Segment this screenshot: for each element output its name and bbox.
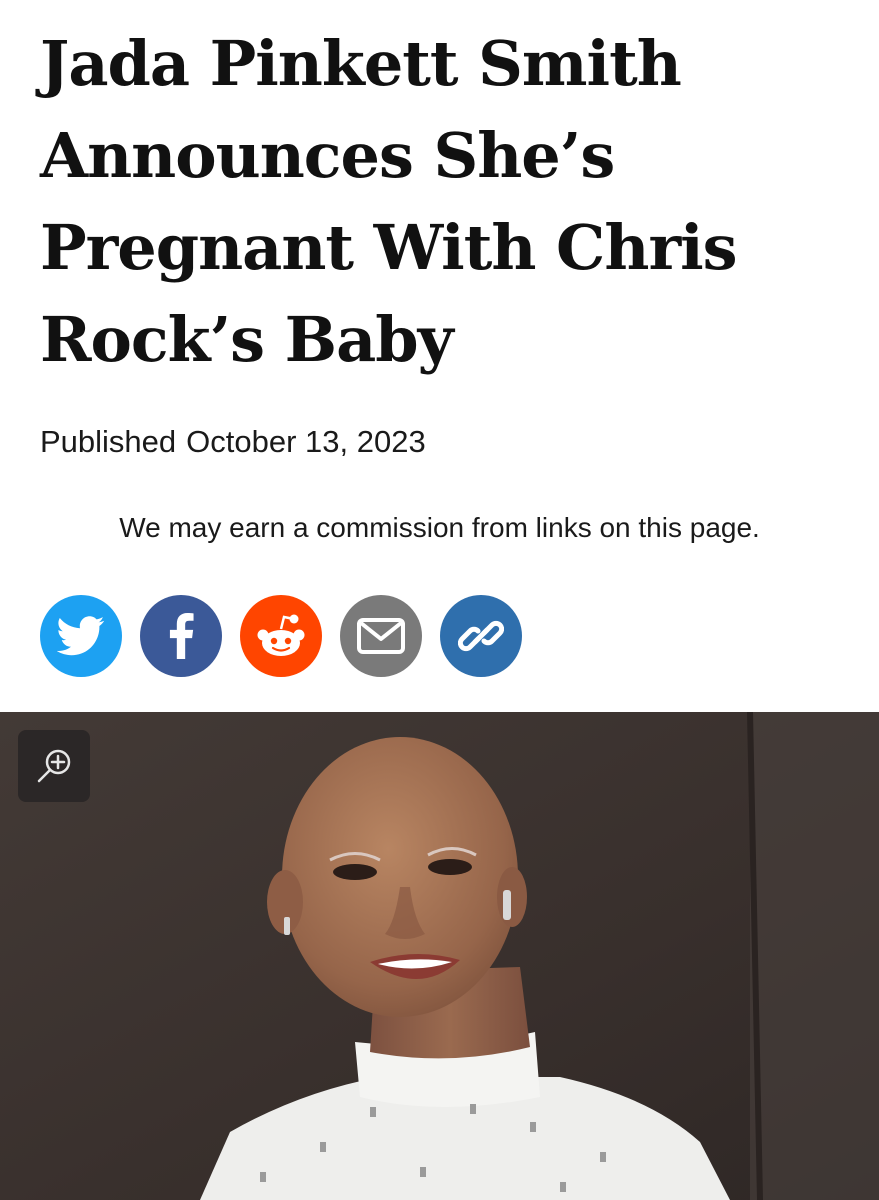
hero-photo <box>0 712 879 1200</box>
published-date: October 13, 2023 <box>186 424 426 459</box>
copy-link-button[interactable] <box>440 595 522 677</box>
published-label: Published <box>40 424 177 459</box>
hero-photo-illustration <box>0 712 879 1200</box>
article-headline: Jada Pinkett Smith Announces She’s Pregn… <box>40 27 738 376</box>
envelope-icon <box>357 618 405 654</box>
facebook-f-icon <box>169 613 194 659</box>
twitter-share-button[interactable] <box>40 595 122 677</box>
affiliate-disclaimer: We may earn a commission from links on t… <box>119 512 760 543</box>
reddit-alien-icon <box>257 614 305 656</box>
reddit-share-button[interactable] <box>240 595 322 677</box>
zoom-image-button[interactable] <box>18 730 90 802</box>
chain-link-icon <box>458 620 504 652</box>
email-share-button[interactable] <box>340 595 422 677</box>
twitter-bird-icon <box>57 616 105 656</box>
facebook-share-button[interactable] <box>140 595 222 677</box>
magnifier-plus-icon <box>37 749 71 783</box>
publish-info: Published October 13, 2023 <box>40 424 426 460</box>
article-page: Jada Pinkett Smith Announces She’s Pregn… <box>0 0 879 1200</box>
share-buttons <box>40 595 522 677</box>
